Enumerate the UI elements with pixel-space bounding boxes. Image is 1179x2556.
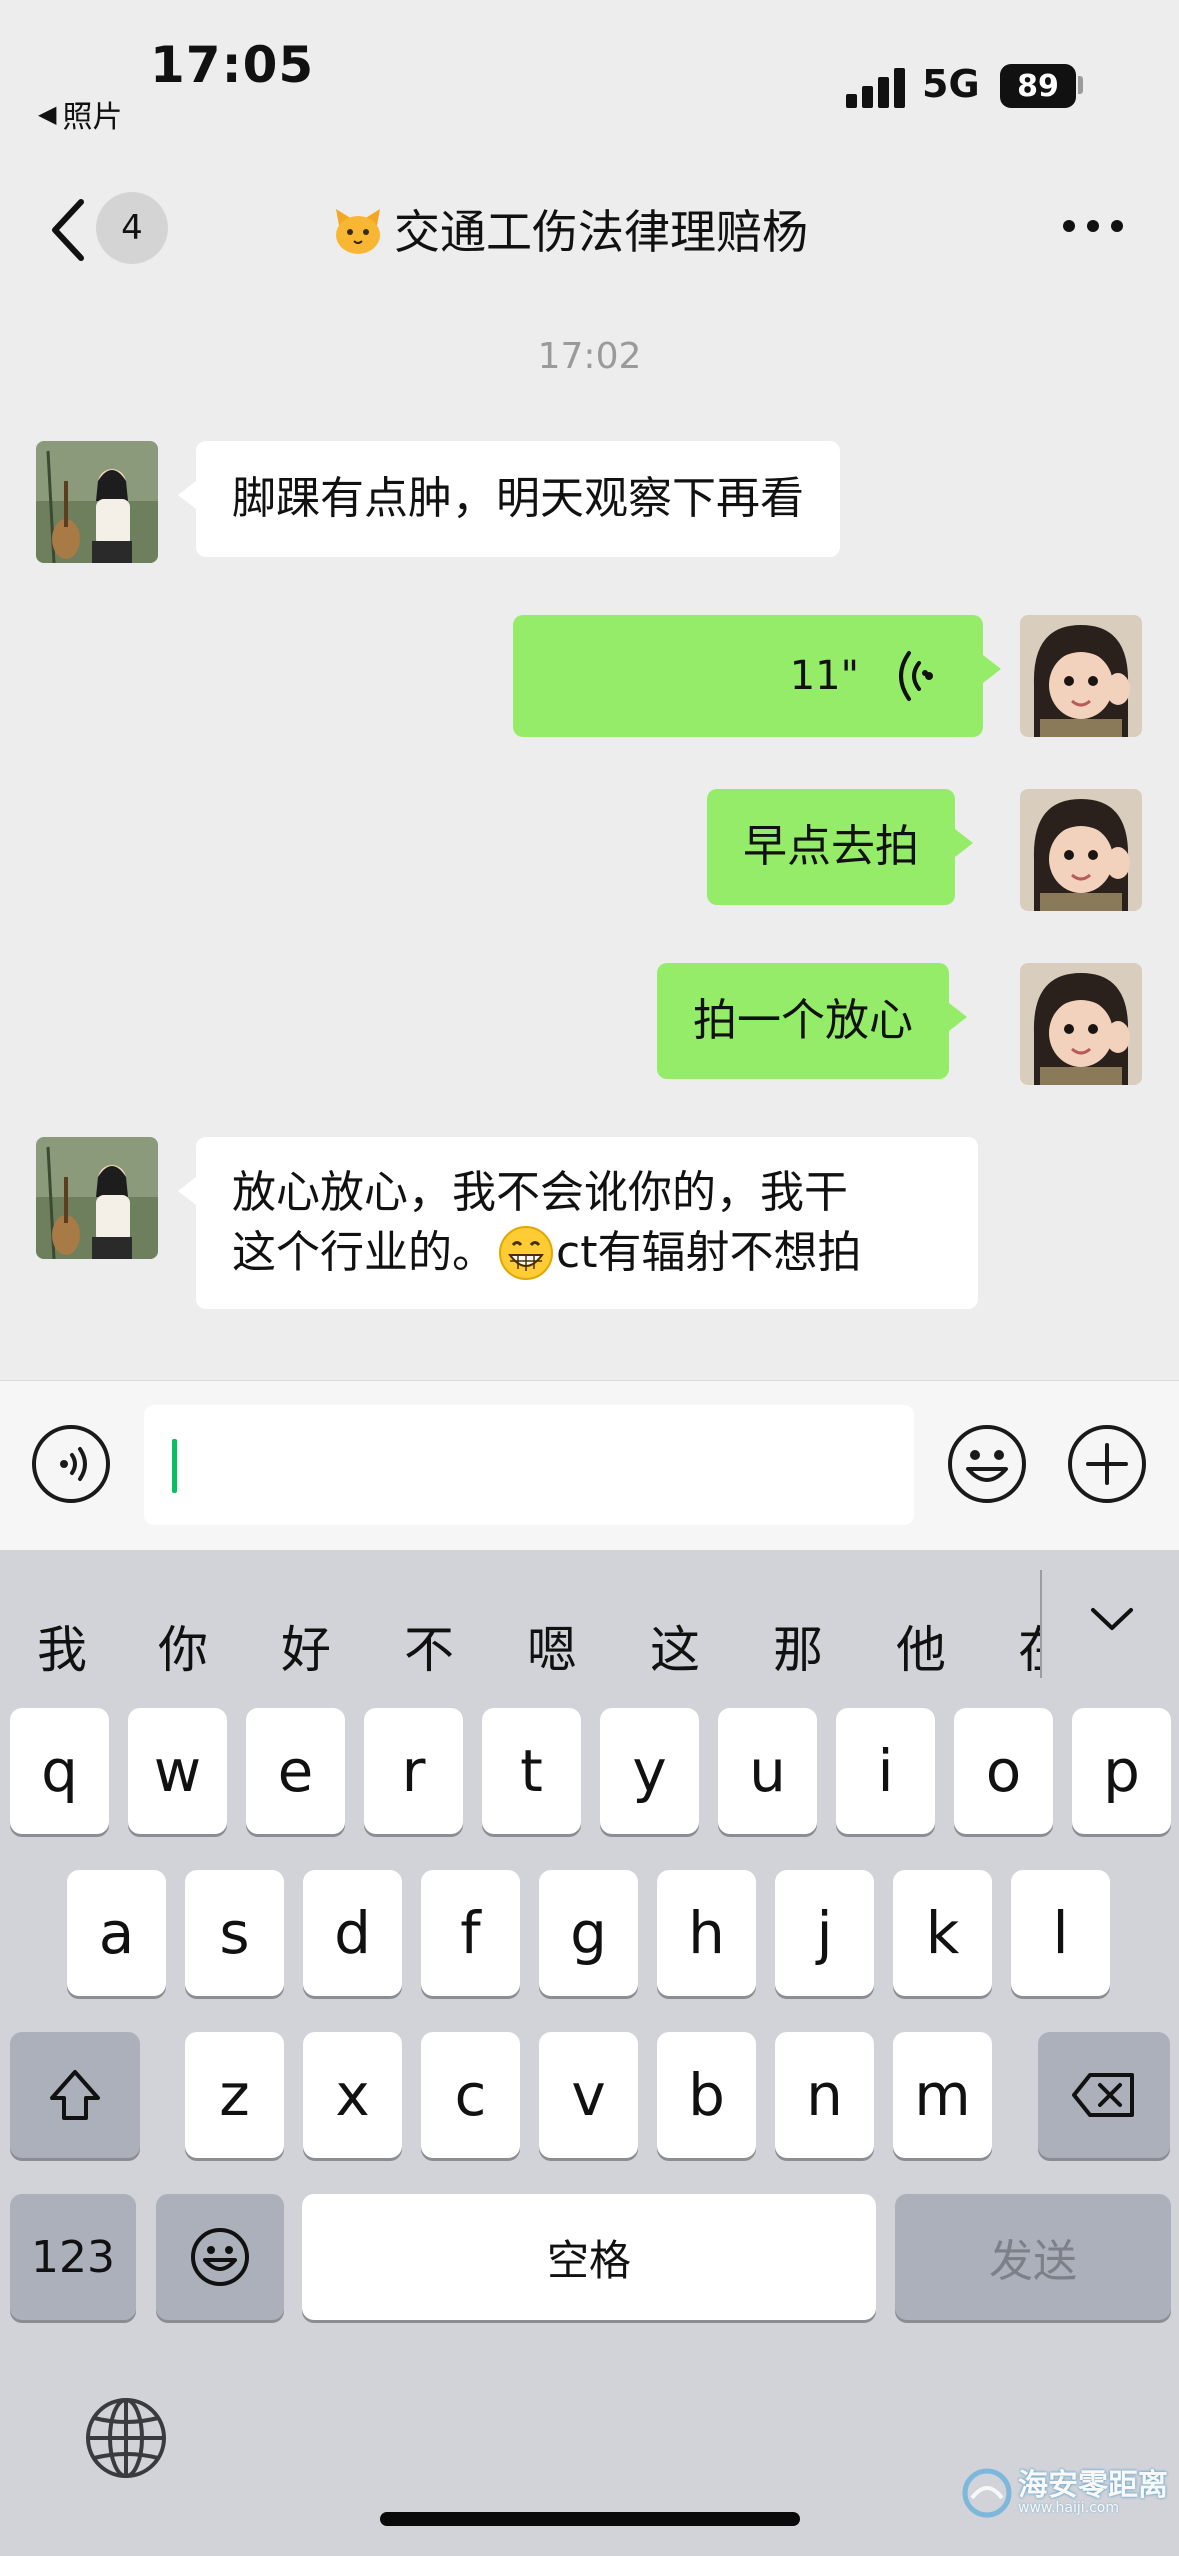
watermark-url: www.haiji.com: [1018, 2500, 1119, 2516]
more-options-icon[interactable]: [1063, 220, 1123, 240]
send-key[interactable]: 发送: [895, 2194, 1171, 2320]
key-g[interactable]: g: [539, 1870, 638, 1996]
chat-title-text: 交通工伤法律理赔杨: [394, 205, 808, 259]
message-text: 脚踝有点肿，明天观察下再看: [232, 473, 804, 524]
candidate-divider: [1040, 1570, 1042, 1678]
voice-wave-icon: [899, 651, 933, 701]
key-h[interactable]: h: [657, 1870, 756, 1996]
home-indicator[interactable]: [380, 2512, 800, 2526]
smiley-icon: [191, 2228, 249, 2286]
candidate-word[interactable]: 你: [143, 1610, 223, 1682]
status-time: 17:05: [150, 36, 315, 94]
key-m[interactable]: m: [893, 2032, 992, 2158]
message-bubble-incoming[interactable]: 脚踝有点肿，明天观察下再看: [178, 441, 840, 557]
key-f[interactable]: f: [421, 1870, 520, 1996]
message-text: 拍一个放心: [693, 995, 913, 1046]
battery-level: 89: [1017, 68, 1059, 104]
watermark-logo-icon: [962, 2468, 1012, 2518]
key-x[interactable]: x: [303, 2032, 402, 2158]
numbers-key[interactable]: 123: [10, 2194, 136, 2320]
candidate-word[interactable]: 这: [635, 1610, 715, 1682]
my-avatar[interactable]: [1020, 963, 1142, 1085]
chevron-left-icon[interactable]: [45, 192, 93, 268]
candidate-word: 在: [1004, 1610, 1040, 1680]
cat-face-icon: [336, 209, 380, 254]
key-k[interactable]: k: [893, 1870, 992, 1996]
key-t[interactable]: t: [482, 1708, 581, 1834]
key-o[interactable]: o: [954, 1708, 1053, 1834]
key-u[interactable]: u: [718, 1708, 817, 1834]
battery-icon: 89: [1000, 64, 1076, 108]
text-caret: [172, 1439, 177, 1493]
message-timestamp: 17:02: [537, 336, 642, 377]
emoji-keyboard-key[interactable]: [156, 2194, 284, 2320]
network-type: 5G: [922, 62, 980, 106]
key-j[interactable]: j: [775, 1870, 874, 1996]
message-text-line2-after: ct有辐射不想拍: [556, 1226, 862, 1278]
chat-nav-bar: 4 交通工伤法律理赔杨: [0, 170, 1179, 290]
contact-avatar[interactable]: [36, 1137, 158, 1259]
candidate-word[interactable]: 我: [22, 1610, 102, 1682]
message-text-line2: 这个行业的。 ct有辐射不想拍: [232, 1223, 942, 1283]
shift-icon: [50, 2070, 100, 2120]
my-avatar[interactable]: [1020, 615, 1142, 737]
key-c[interactable]: c: [421, 2032, 520, 2158]
chat-input-bar: [0, 1380, 1179, 1550]
key-l[interactable]: l: [1011, 1870, 1110, 1996]
voice-input-icon[interactable]: [30, 1423, 112, 1505]
delete-key[interactable]: [1038, 2032, 1170, 2158]
emoji-icon[interactable]: [946, 1423, 1028, 1505]
plus-icon[interactable]: [1066, 1423, 1148, 1505]
contact-avatar[interactable]: [36, 441, 158, 563]
site-watermark: 海安零距离 www.haiji.com: [962, 2468, 1168, 2518]
unread-count-badge[interactable]: 4: [96, 192, 168, 264]
key-d[interactable]: d: [303, 1870, 402, 1996]
voice-duration: 11": [789, 653, 859, 699]
space-key[interactable]: 空格: [302, 2194, 876, 2320]
key-v[interactable]: v: [539, 2032, 638, 2158]
key-q[interactable]: q: [10, 1708, 109, 1834]
candidate-word[interactable]: 不: [389, 1610, 469, 1682]
key-z[interactable]: z: [185, 2032, 284, 2158]
key-i[interactable]: i: [836, 1708, 935, 1834]
grinning-face-icon: [499, 1225, 553, 1280]
ios-keyboard: 我 你 好 不 嗯 这 那 他 在 q w e r t y u i o p a …: [0, 1550, 1179, 2556]
message-text-line1: 放心放心，我不会讹你的，我干: [232, 1167, 848, 1218]
message-text-line2-before: 这个行业的。: [232, 1226, 496, 1278]
key-r[interactable]: r: [364, 1708, 463, 1834]
key-a[interactable]: a: [67, 1870, 166, 1996]
shift-key[interactable]: [10, 2032, 140, 2158]
message-bubble-outgoing[interactable]: 早点去拍: [707, 789, 973, 905]
message-input[interactable]: [144, 1405, 914, 1525]
voice-message-bubble[interactable]: 11": [513, 615, 1001, 737]
backspace-icon: [1072, 2073, 1134, 2117]
chevron-down-icon[interactable]: [1085, 1592, 1139, 1646]
key-y[interactable]: y: [600, 1708, 699, 1834]
candidate-word[interactable]: 那: [758, 1610, 838, 1682]
battery-tip: [1078, 76, 1083, 94]
key-w[interactable]: w: [128, 1708, 227, 1834]
chat-title: 交通工伤法律理赔杨: [330, 196, 808, 262]
key-e[interactable]: e: [246, 1708, 345, 1834]
cellular-signal-icon: [846, 68, 906, 108]
message-bubble-incoming[interactable]: 放心放心，我不会讹你的，我干 这个行业的。 ct有辐射不想拍: [178, 1137, 978, 1309]
key-s[interactable]: s: [185, 1870, 284, 1996]
candidate-word-clipped[interactable]: 在: [1004, 1610, 1040, 1680]
key-n[interactable]: n: [775, 2032, 874, 2158]
message-text: 早点去拍: [743, 821, 919, 872]
globe-icon[interactable]: [84, 2396, 168, 2480]
watermark-name: 海安零距离: [1018, 2468, 1168, 2503]
message-bubble-outgoing[interactable]: 拍一个放心: [657, 963, 967, 1079]
back-triangle-icon: ◀: [38, 100, 57, 128]
key-b[interactable]: b: [657, 2032, 756, 2158]
back-app-label: 照片: [62, 100, 123, 135]
candidate-word[interactable]: 嗯: [512, 1610, 592, 1682]
candidate-word[interactable]: 好: [266, 1610, 346, 1682]
back-to-photos-link[interactable]: ◀ 照片: [38, 92, 122, 136]
my-avatar[interactable]: [1020, 789, 1142, 911]
candidate-word[interactable]: 他: [881, 1610, 961, 1682]
key-p[interactable]: p: [1072, 1708, 1171, 1834]
status-bar: 17:05 ◀ 照片 5G 89: [0, 0, 1179, 150]
